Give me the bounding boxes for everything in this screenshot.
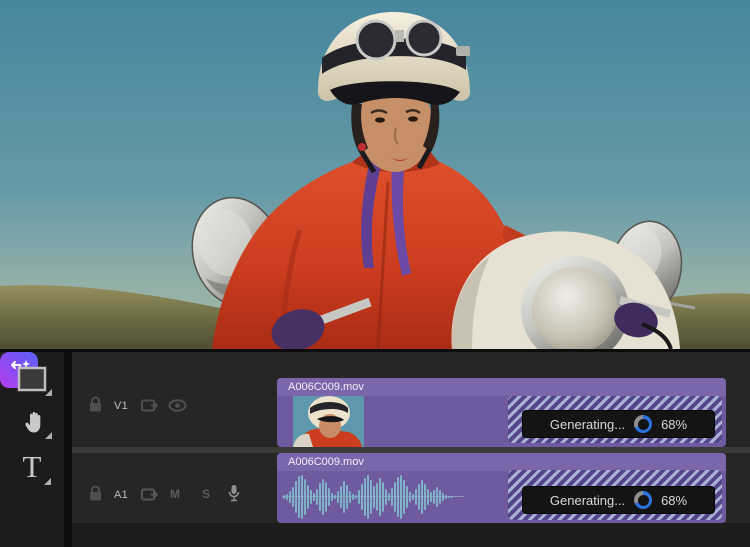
generating-badge: Generating... 68% — [522, 486, 715, 514]
timeline-empty-area — [72, 523, 750, 547]
mute-button[interactable]: M — [170, 487, 180, 501]
timeline-panel: V1 A1 M S A006C009.mov Generating... 68%… — [72, 352, 750, 547]
generating-label: Generating... — [549, 492, 626, 508]
video-clip[interactable]: A006C009.mov Generating... 68% — [277, 378, 726, 447]
video-clip-name: A006C009.mov — [277, 378, 726, 396]
audio-clip-name: A006C009.mov — [277, 453, 726, 471]
progress-ring — [634, 491, 653, 509]
sync-lock-icon[interactable] — [141, 488, 158, 501]
generating-badge: Generating... 68% — [522, 410, 715, 438]
video-track-label[interactable]: V1 — [114, 400, 128, 412]
lock-icon[interactable] — [88, 396, 103, 413]
generating-label: Generating... — [549, 416, 626, 432]
progress-percent: 68% — [661, 416, 688, 432]
rider-photo — [0, 0, 750, 349]
type-icon: T — [22, 449, 42, 484]
app-window: T V1 A1 M S A006C009.mov Generating... 6… — [0, 0, 750, 547]
video-preview — [0, 0, 750, 349]
audio-track-label[interactable]: A1 — [114, 489, 128, 501]
microphone-icon[interactable] — [228, 484, 240, 502]
hand-icon — [25, 411, 41, 433]
frame-tool-flyout-arrow — [45, 389, 52, 396]
audio-clip[interactable]: A006C009.mov Generating... 68% — [277, 453, 726, 523]
type-tool-flyout-arrow — [44, 478, 51, 485]
progress-ring — [634, 415, 653, 433]
solo-button[interactable]: S — [202, 487, 210, 501]
toolbar-divider — [64, 352, 72, 547]
audio-waveform — [283, 471, 463, 523]
tools-panel: T — [0, 352, 64, 547]
progress-percent: 68% — [661, 492, 688, 508]
lock-icon[interactable] — [88, 485, 103, 502]
frame-tool-button[interactable] — [0, 362, 64, 396]
hand-tool-flyout-arrow — [45, 432, 52, 439]
rectangle-icon — [17, 366, 47, 392]
sync-lock-icon[interactable] — [141, 399, 158, 412]
clip-thumbnail — [293, 396, 364, 447]
type-tool-button[interactable]: T — [0, 450, 64, 484]
hand-tool-button[interactable] — [0, 404, 64, 438]
eye-icon[interactable] — [168, 399, 187, 412]
